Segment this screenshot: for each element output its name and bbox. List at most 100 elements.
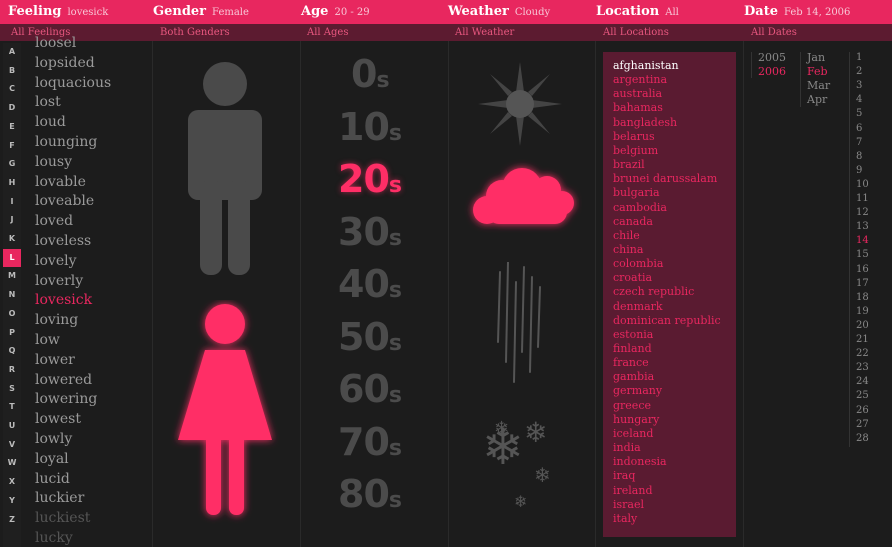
location-item[interactable]: dominican republic — [613, 314, 721, 327]
location-item[interactable]: ireland — [613, 484, 653, 497]
day-option[interactable]: 16 — [856, 264, 869, 275]
alphabet-letter-s[interactable]: S — [3, 380, 21, 398]
location-item[interactable]: czech republic — [613, 285, 694, 298]
feeling-item[interactable]: lowering — [35, 391, 97, 407]
feeling-item[interactable]: loosel — [35, 35, 76, 51]
location-item[interactable]: estonia — [613, 328, 653, 341]
alphabet-letter-l[interactable]: L — [3, 248, 21, 267]
day-option[interactable]: 15 — [856, 249, 869, 260]
day-option[interactable]: 2 — [856, 66, 862, 77]
location-item[interactable]: croatia — [613, 271, 652, 284]
day-option[interactable]: 25 — [856, 390, 869, 401]
location-item[interactable]: denmark — [613, 300, 663, 313]
day-option[interactable]: 6 — [856, 123, 862, 134]
alphabet-letter-m[interactable]: M — [3, 267, 21, 285]
location-item[interactable]: australia — [613, 87, 662, 100]
feeling-item[interactable]: lowered — [35, 372, 92, 388]
alphabet-letter-g[interactable]: G — [3, 155, 21, 173]
feeling-item[interactable]: lovable — [35, 174, 86, 190]
alphabet-letter-o[interactable]: O — [3, 305, 21, 323]
alphabet-letter-i[interactable]: I — [3, 193, 21, 211]
alphabet-letter-t[interactable]: T — [3, 398, 21, 416]
location-item[interactable]: argentina — [613, 73, 667, 86]
feeling-filter-header[interactable]: Feeling lovesick — [8, 0, 108, 24]
day-option[interactable]: 21 — [856, 334, 869, 345]
age-option[interactable]: 60s — [338, 367, 402, 411]
feeling-item[interactable]: lopsided — [35, 55, 95, 71]
location-item[interactable]: bahamas — [613, 101, 663, 114]
alphabet-letter-p[interactable]: P — [3, 324, 21, 342]
day-option[interactable]: 11 — [856, 193, 869, 204]
snow-icon[interactable]: ❄ ❄❄❄❄ — [482, 412, 562, 512]
alphabet-letter-z[interactable]: Z — [3, 511, 21, 529]
feeling-item[interactable]: luckier — [35, 490, 84, 506]
all-weather-link[interactable]: All Weather — [455, 24, 514, 41]
alphabet-letter-u[interactable]: U — [3, 417, 21, 435]
day-option[interactable]: 20 — [856, 320, 869, 331]
age-option[interactable]: 20s — [338, 157, 402, 201]
age-option[interactable]: 10s — [338, 105, 402, 149]
feeling-item[interactable]: lower — [35, 352, 75, 368]
gender-filter-header[interactable]: Gender Female — [153, 0, 249, 24]
day-option[interactable]: 26 — [856, 405, 869, 416]
location-item[interactable]: greece — [613, 399, 651, 412]
feeling-item[interactable]: luckiest — [35, 510, 90, 526]
feeling-item[interactable]: lovely — [35, 253, 77, 269]
rain-icon[interactable] — [490, 262, 550, 392]
alphabet-letter-r[interactable]: R — [3, 361, 21, 379]
age-option[interactable]: 80s — [338, 472, 402, 516]
day-option[interactable]: 13 — [856, 221, 869, 232]
age-option[interactable]: 30s — [338, 210, 402, 254]
feeling-item[interactable]: loverly — [35, 273, 83, 289]
alphabet-letter-b[interactable]: B — [3, 62, 21, 80]
both-genders-link[interactable]: Both Genders — [160, 24, 230, 41]
cloudy-icon[interactable] — [462, 158, 582, 238]
location-item[interactable]: brazil — [613, 158, 645, 171]
date-filter-header[interactable]: Date Feb 14, 2006 — [744, 0, 850, 24]
feeling-item[interactable]: lousy — [35, 154, 72, 170]
alphabet-letter-w[interactable]: W — [3, 454, 21, 472]
day-option[interactable]: 9 — [856, 165, 862, 176]
day-option[interactable]: 10 — [856, 179, 869, 190]
feeling-item[interactable]: low — [35, 332, 60, 348]
alphabet-letter-y[interactable]: Y — [3, 492, 21, 510]
alphabet-letter-e[interactable]: E — [3, 118, 21, 136]
day-option[interactable]: 24 — [856, 376, 869, 387]
day-option[interactable]: 12 — [856, 207, 869, 218]
alphabet-letter-k[interactable]: K — [3, 230, 21, 248]
age-option[interactable]: 0s — [351, 52, 390, 96]
location-item[interactable]: cambodia — [613, 201, 667, 214]
month-option[interactable]: Mar — [807, 79, 830, 92]
location-item[interactable]: canada — [613, 215, 653, 228]
alphabet-letter-d[interactable]: D — [3, 99, 21, 117]
location-item[interactable]: afghanistan — [613, 59, 679, 72]
female-figure-icon[interactable] — [170, 300, 280, 525]
weather-filter-header[interactable]: Weather Cloudy — [448, 0, 550, 24]
age-option[interactable]: 50s — [338, 315, 402, 359]
alphabet-letter-x[interactable]: X — [3, 473, 21, 491]
feeling-item[interactable]: lost — [35, 94, 61, 110]
location-filter-header[interactable]: Location All — [596, 0, 679, 24]
male-figure-icon[interactable] — [180, 60, 270, 280]
all-dates-link[interactable]: All Dates — [751, 24, 797, 41]
day-option[interactable]: 8 — [856, 151, 862, 162]
month-option[interactable]: Apr — [807, 93, 827, 106]
location-item[interactable]: brunei darussalam — [613, 172, 717, 185]
alphabet-letter-c[interactable]: C — [3, 80, 21, 98]
alphabet-letter-a[interactable]: A — [3, 43, 21, 61]
location-item[interactable]: bulgaria — [613, 186, 660, 199]
location-item[interactable]: belarus — [613, 130, 655, 143]
location-item[interactable]: gambia — [613, 370, 654, 383]
day-option[interactable]: 18 — [856, 292, 869, 303]
feeling-item[interactable]: loyal — [35, 451, 69, 467]
day-option[interactable]: 17 — [856, 278, 869, 289]
age-option[interactable]: 40s — [338, 262, 402, 306]
day-option[interactable]: 22 — [856, 348, 869, 359]
day-option[interactable]: 7 — [856, 137, 862, 148]
location-item[interactable]: israel — [613, 498, 644, 511]
feeling-item[interactable]: lucid — [35, 471, 70, 487]
feeling-item[interactable]: lovesick — [35, 292, 92, 308]
all-ages-link[interactable]: All Ages — [307, 24, 348, 41]
feeling-item[interactable]: loud — [35, 114, 66, 130]
feeling-item[interactable]: lowly — [35, 431, 72, 447]
